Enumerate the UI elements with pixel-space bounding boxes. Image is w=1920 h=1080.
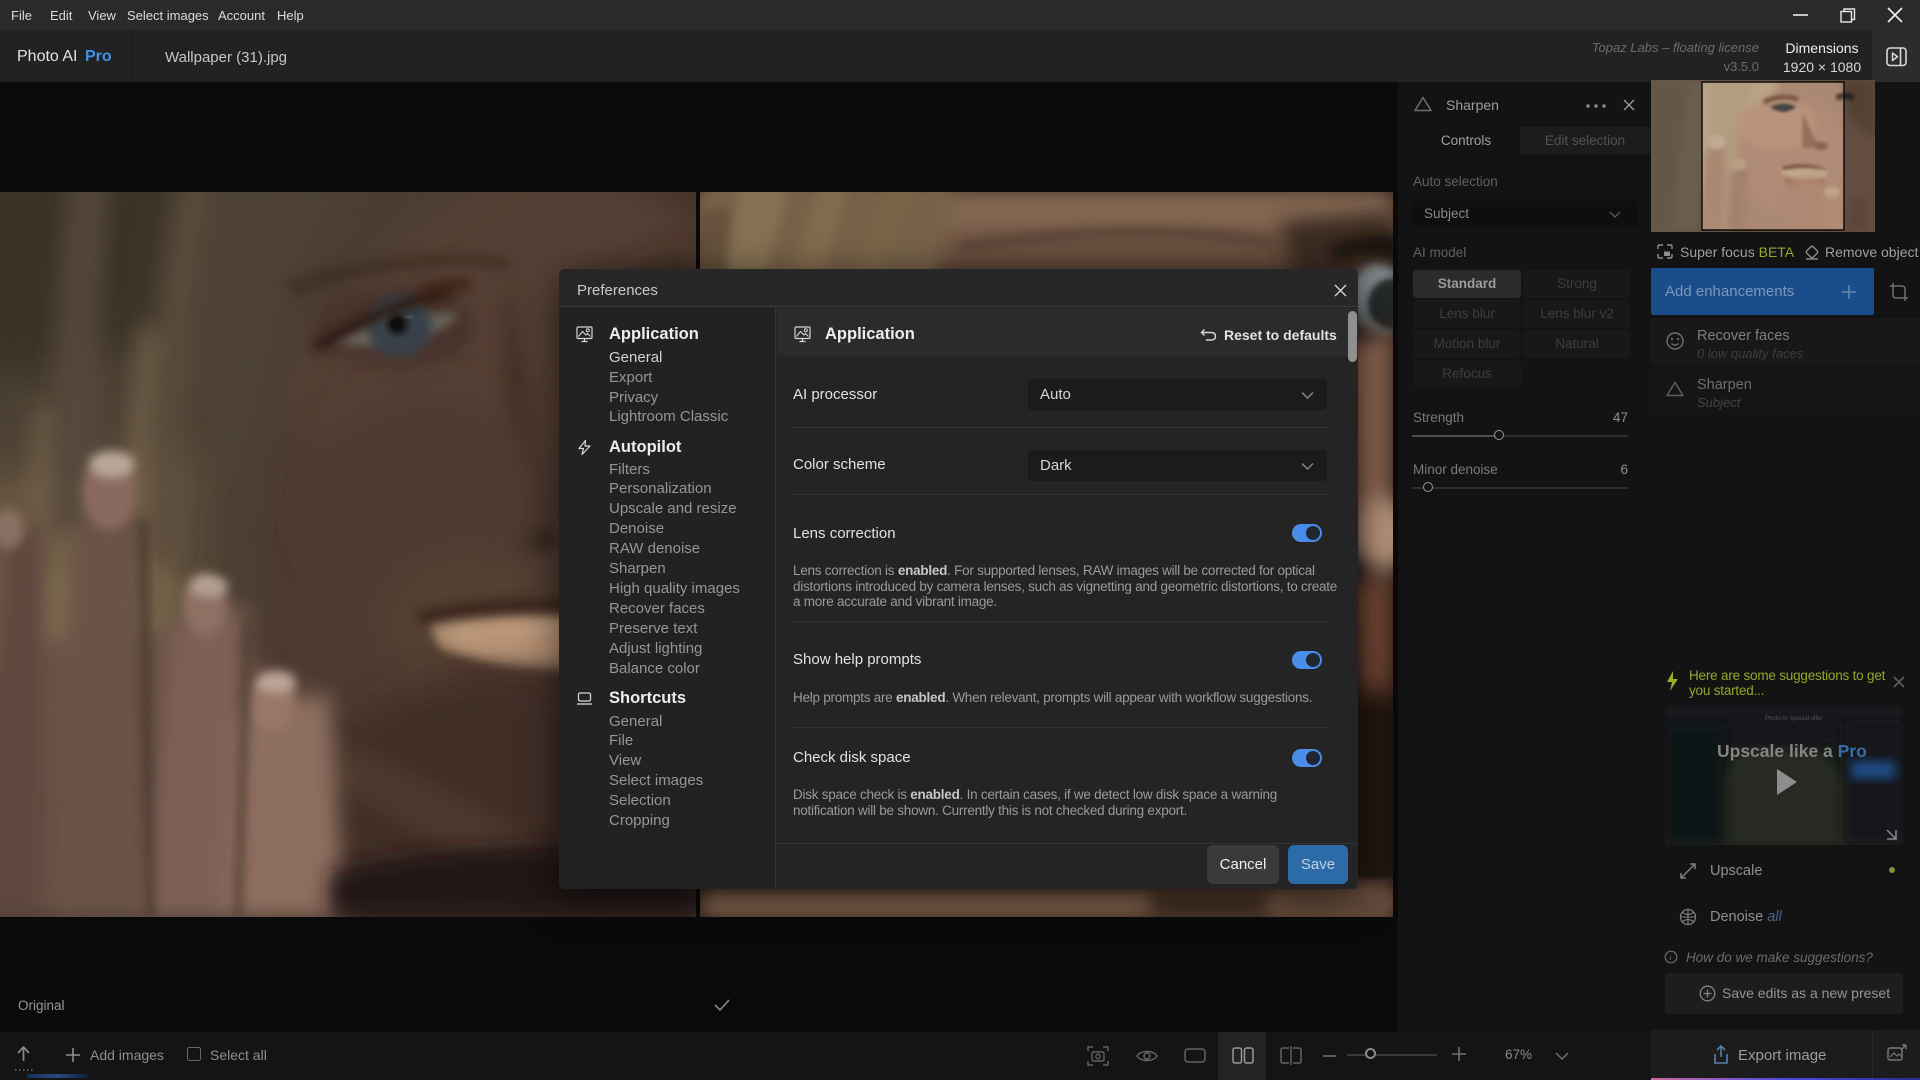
svg-text:Upscale like a Pro: Upscale like a Pro (1717, 741, 1867, 761)
svg-text:Photo AI Special offer: Photo AI Special offer (1765, 716, 1823, 722)
svg-text:i: i (1669, 953, 1671, 962)
